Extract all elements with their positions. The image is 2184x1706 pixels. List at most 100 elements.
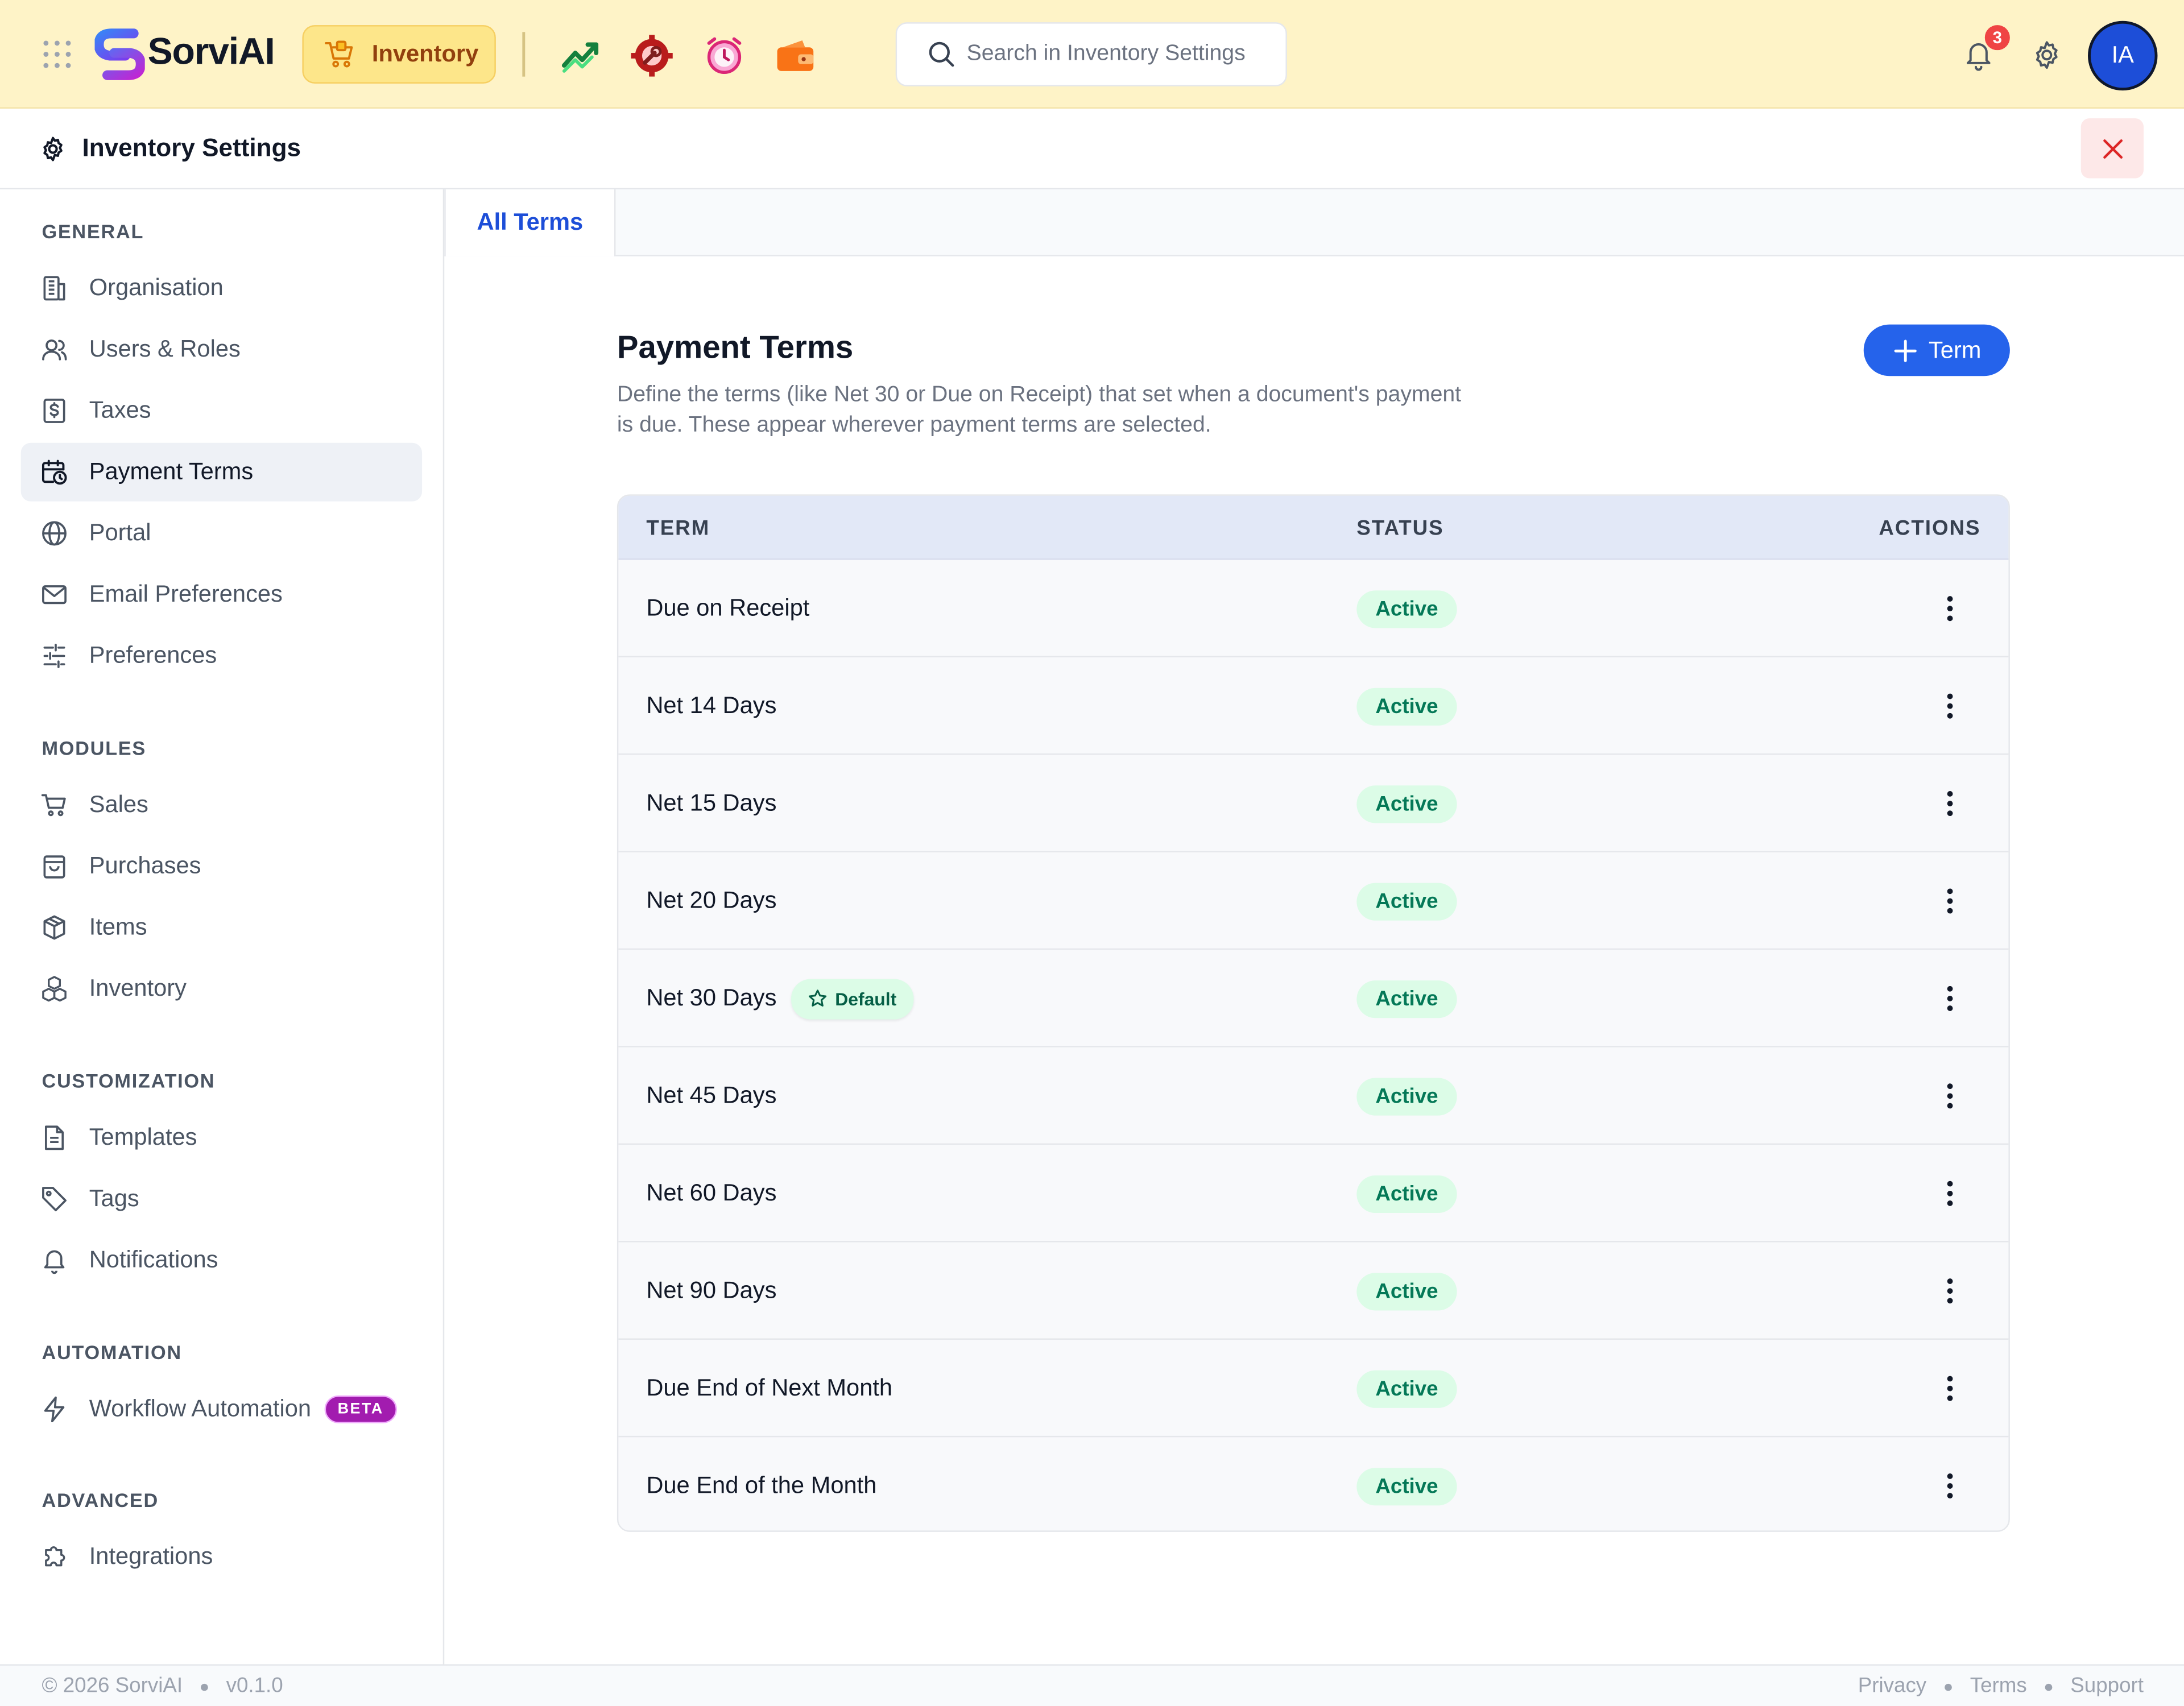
sidebar-item-items[interactable]: Items bbox=[21, 898, 422, 957]
term-cell: Due End of the Month bbox=[646, 1437, 876, 1530]
sidebar-item-label: Sales bbox=[89, 791, 148, 818]
sidebar-item-label: Integrations bbox=[89, 1543, 213, 1570]
settings-header: Inventory Settings bbox=[0, 109, 2184, 190]
sidebar-item-label: Workflow Automation bbox=[89, 1395, 312, 1422]
sidebar-item-portal[interactable]: Portal bbox=[21, 504, 422, 563]
settings-gear-icon[interactable] bbox=[2031, 39, 2063, 71]
app-root: SorviAI Inventory Search in Inventory Se… bbox=[0, 0, 2184, 1706]
sidebar-item-purchases[interactable]: Purchases bbox=[21, 837, 422, 896]
sidebar-item-organisation[interactable]: Organisation bbox=[21, 259, 422, 318]
row-actions-menu-icon[interactable] bbox=[1936, 691, 1964, 722]
sorviai-logo[interactable] bbox=[94, 28, 145, 81]
section-label-customization: CUSTOMIZATION bbox=[42, 1069, 216, 1092]
sidebar-item-tags[interactable]: Tags bbox=[21, 1170, 422, 1228]
row-actions-menu-icon[interactable] bbox=[1936, 1373, 1964, 1404]
search-placeholder: Search in Inventory Settings bbox=[966, 42, 1246, 66]
notification-count-badge: 3 bbox=[1983, 23, 2012, 52]
term-name: Net 45 Days bbox=[646, 1082, 777, 1109]
sidebar-item-preferences[interactable]: Preferences bbox=[21, 627, 422, 685]
term-cell: Due on Receipt bbox=[646, 560, 809, 657]
sidebar-item-email-preferences[interactable]: Email Preferences bbox=[21, 565, 422, 624]
row-actions-menu-icon[interactable] bbox=[1936, 1276, 1964, 1306]
sidebar-item-label: Tags bbox=[89, 1185, 139, 1212]
sidebar-item-notifications[interactable]: Notifications bbox=[21, 1231, 422, 1290]
column-header-status: STATUS bbox=[1356, 516, 1444, 541]
bell-icon bbox=[40, 1247, 68, 1274]
tab-all-terms[interactable]: All Terms bbox=[444, 189, 616, 256]
tab-bar: All Terms bbox=[444, 189, 2184, 256]
sidebar-item-inventory[interactable]: Inventory bbox=[21, 959, 422, 1018]
table-row[interactable]: Due End of Next Month Active bbox=[618, 1340, 2009, 1438]
user-avatar[interactable]: IA bbox=[2088, 20, 2158, 91]
section-label-general: GENERAL bbox=[42, 220, 144, 243]
document-icon bbox=[40, 1124, 68, 1152]
footer: © 2026 SorviAI ● v0.1.0 Privacy ● Terms … bbox=[0, 1664, 2184, 1706]
row-actions-menu-icon[interactable] bbox=[1936, 1471, 1964, 1501]
plus-icon bbox=[1893, 339, 1916, 362]
row-actions-menu-icon[interactable] bbox=[1936, 593, 1964, 624]
term-cell: Net 15 Days bbox=[646, 755, 776, 852]
building-icon bbox=[40, 274, 68, 302]
status-badge: Active bbox=[1356, 1468, 1457, 1506]
term-name: Due End of Next Month bbox=[646, 1374, 893, 1401]
sidebar-item-integrations[interactable]: Integrations bbox=[21, 1528, 422, 1587]
close-settings-button[interactable] bbox=[2080, 118, 2144, 179]
bag-icon bbox=[40, 852, 68, 880]
wallet-icon[interactable] bbox=[775, 35, 816, 76]
lightning-icon bbox=[40, 1396, 68, 1423]
divider bbox=[522, 32, 526, 77]
footer-version: v0.1.0 bbox=[226, 1674, 283, 1698]
row-actions-menu-icon[interactable] bbox=[1936, 1178, 1964, 1209]
term-name: Net 30 Days bbox=[646, 984, 777, 1011]
term-cell: Net 20 Days bbox=[646, 852, 776, 950]
app-grid-icon[interactable] bbox=[42, 39, 72, 70]
sidebar-item-label: Notifications bbox=[89, 1246, 218, 1273]
alarm-clock-icon[interactable] bbox=[704, 35, 745, 76]
table-row[interactable]: Net 20 Days Active bbox=[618, 852, 2009, 950]
sidebar-item-label: Portal bbox=[89, 519, 151, 546]
footer-link-terms[interactable]: Terms bbox=[1970, 1674, 2027, 1698]
module-switcher-inventory[interactable]: Inventory bbox=[302, 25, 496, 84]
sidebar-item-users-roles[interactable]: Users & Roles bbox=[21, 320, 422, 379]
footer-link-privacy[interactable]: Privacy bbox=[1858, 1674, 1926, 1698]
row-actions-menu-icon[interactable] bbox=[1936, 983, 1964, 1014]
table-row[interactable]: Net 90 Days Active bbox=[618, 1242, 2009, 1340]
sidebar-item-label: Payment Terms bbox=[89, 458, 254, 485]
tax-receipt-icon bbox=[40, 397, 68, 425]
sidebar-item-taxes[interactable]: Taxes bbox=[21, 382, 422, 440]
sidebar-item-label: Inventory bbox=[89, 975, 187, 1001]
sidebar-item-sales[interactable]: Sales bbox=[21, 776, 422, 834]
row-actions-menu-icon[interactable] bbox=[1936, 788, 1964, 819]
sidebar-item-label: Taxes bbox=[89, 396, 151, 424]
section-label-modules: MODULES bbox=[42, 736, 146, 759]
table-row[interactable]: Net 15 Days Active bbox=[618, 755, 2009, 852]
table-row[interactable]: Due End of the Month Active bbox=[618, 1437, 2008, 1530]
status-badge: Active bbox=[1356, 590, 1457, 628]
table-row[interactable]: Net 14 Days Active bbox=[618, 657, 2009, 755]
footer-link-support[interactable]: Support bbox=[2070, 1674, 2144, 1698]
sliders-icon bbox=[40, 642, 68, 670]
users-icon bbox=[40, 336, 68, 363]
table-row[interactable]: Net 60 Days Active bbox=[618, 1145, 2009, 1243]
calendar-clock-icon bbox=[40, 458, 68, 486]
term-cell: Net 90 Days bbox=[646, 1242, 776, 1339]
trend-chart-icon[interactable] bbox=[560, 35, 601, 76]
add-term-button[interactable]: Term bbox=[1863, 324, 2010, 376]
table-row[interactable]: Net 45 Days Active bbox=[618, 1047, 2009, 1145]
table-row[interactable]: Due on Receipt Active bbox=[618, 560, 2009, 657]
search-input[interactable]: Search in Inventory Settings bbox=[895, 22, 1287, 86]
column-header-term: TERM bbox=[646, 516, 710, 541]
table-row[interactable]: Net 30 Days Default Active bbox=[618, 950, 2009, 1047]
brand-name: SorviAI bbox=[147, 30, 275, 73]
row-actions-menu-icon[interactable] bbox=[1936, 886, 1964, 917]
sidebar-item-payment-terms[interactable]: Payment Terms bbox=[20, 442, 423, 502]
footer-separator: ● bbox=[2044, 1676, 2054, 1696]
row-actions-menu-icon[interactable] bbox=[1936, 1080, 1964, 1111]
globe-icon bbox=[40, 519, 68, 547]
sidebar-item-label: Items bbox=[89, 913, 147, 941]
sidebar-item-workflow-automation[interactable]: Workflow Automation BETA bbox=[21, 1380, 422, 1439]
settings-gear-icon bbox=[39, 135, 67, 163]
gear-wrench-icon[interactable] bbox=[631, 35, 673, 77]
sidebar-item-templates[interactable]: Templates bbox=[21, 1108, 422, 1167]
add-term-label: Term bbox=[1928, 336, 1982, 363]
